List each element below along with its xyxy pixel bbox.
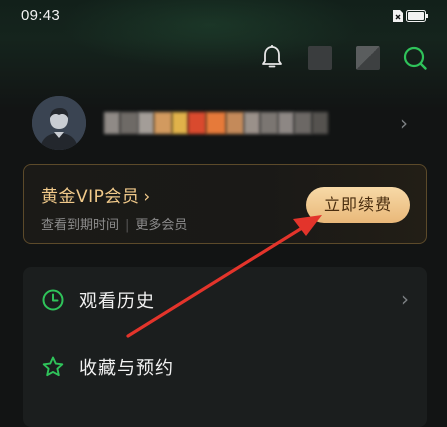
profile-row[interactable]: ›	[0, 92, 447, 154]
bell-icon[interactable]	[260, 44, 284, 70]
vip-title-chevron-icon: ›	[143, 187, 151, 207]
no-sim-icon	[393, 10, 403, 22]
menu-item-label: 观看历史	[79, 291, 155, 312]
battery-icon	[406, 10, 428, 22]
header-toolbar	[0, 44, 447, 72]
menu-item-favorites[interactable]: 收藏与预约	[23, 342, 427, 392]
search-icon[interactable]	[402, 45, 428, 71]
more-members-link[interactable]: 更多会员	[135, 218, 187, 233]
blurred-icon[interactable]	[356, 46, 380, 70]
menu-item-watch-history[interactable]: 观看历史 ›	[23, 275, 427, 325]
renew-now-button[interactable]: 立即续费	[306, 187, 410, 223]
profile-chevron-icon: ›	[400, 111, 408, 135]
status-time: 09:43	[21, 7, 61, 24]
vip-title-label: 黄金VIP会员	[41, 187, 140, 207]
username-redacted	[104, 112, 328, 134]
menu-item-label: 收藏与预约	[79, 358, 174, 379]
blurred-icon[interactable]	[308, 46, 332, 70]
clock-icon	[42, 289, 64, 311]
user-silhouette-icon	[32, 96, 86, 150]
vip-subtitle: 查看到期时间 | 更多会员	[41, 214, 187, 233]
vip-title[interactable]: 黄金VIP会员 ›	[41, 182, 151, 207]
vip-membership-card[interactable]: 黄金VIP会员 › 查看到期时间 | 更多会员 立即续费	[23, 164, 427, 244]
status-bar: 09:43	[0, 0, 447, 34]
avatar[interactable]	[32, 96, 86, 150]
check-expiry-link[interactable]: 查看到期时间	[41, 218, 119, 233]
menu-list: 观看历史 › 收藏与预约	[23, 267, 427, 427]
separator: |	[125, 218, 130, 233]
star-icon	[42, 356, 64, 377]
chevron-right-icon: ›	[401, 287, 409, 311]
